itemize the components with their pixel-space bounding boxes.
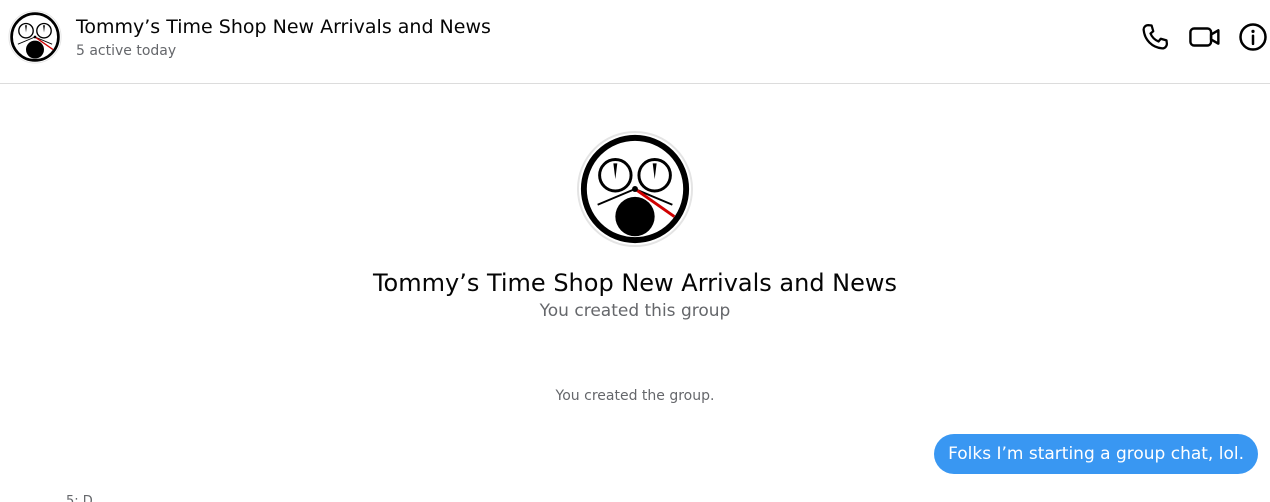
info-icon xyxy=(1239,23,1267,51)
video-camera-icon xyxy=(1189,27,1220,47)
phone-icon xyxy=(1142,24,1168,50)
audio-call-button[interactable] xyxy=(1138,20,1172,54)
system-message: You created the group. xyxy=(555,388,715,404)
clock-face-logo-icon xyxy=(8,10,62,64)
outgoing-message-bubble[interactable]: Folks I’m starting a group chat, lol. xyxy=(934,434,1258,474)
outgoing-message-row: Folks I’m starting a group chat, lol. xyxy=(934,434,1258,474)
group-intro: Tommy’s Time Shop New Arrivals and News … xyxy=(0,130,1270,322)
active-status: 5 active today xyxy=(76,43,177,59)
chat-header: Tommy’s Time Shop New Arrivals and News … xyxy=(0,0,1270,84)
clock-face-logo-icon xyxy=(576,130,694,248)
video-call-button[interactable] xyxy=(1188,20,1222,54)
group-avatar[interactable] xyxy=(8,10,62,64)
group-created-note: You created this group xyxy=(539,301,731,321)
conversation-title[interactable]: Tommy’s Time Shop New Arrivals and News xyxy=(76,14,491,40)
group-name: Tommy’s Time Shop New Arrivals and News xyxy=(372,269,898,297)
chat-window: Tommy’s Time Shop New Arrivals and News … xyxy=(0,0,1270,502)
conversation-info-button[interactable] xyxy=(1236,20,1270,54)
read-receipt-text: 5: D... xyxy=(66,494,106,502)
header-text: Tommy’s Time Shop New Arrivals and News … xyxy=(76,14,491,61)
